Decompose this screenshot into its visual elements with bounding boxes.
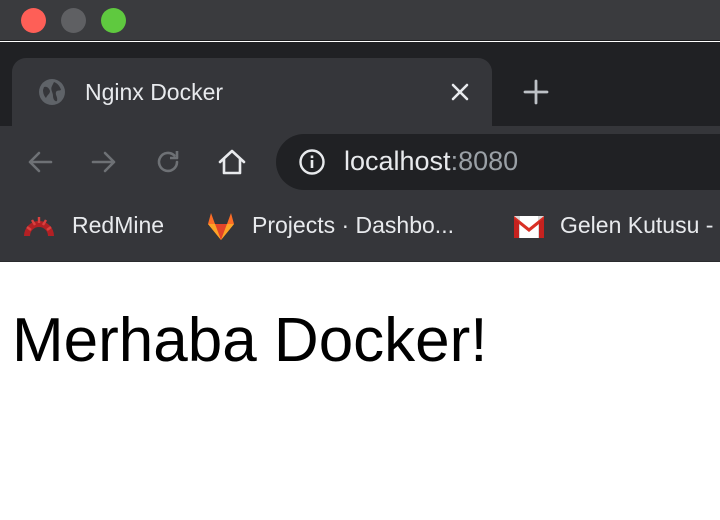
bookmark-label: RedMine [72, 212, 165, 238]
globe-icon [39, 79, 65, 105]
minimize-window-button[interactable] [61, 8, 86, 33]
bookmarks-bar: RedMine Projects · Dashbo... Gelen Kutus… [0, 198, 720, 262]
address-bar[interactable]: localhost:8080 [276, 134, 720, 190]
info-icon[interactable] [298, 148, 326, 176]
arrow-right-icon[interactable] [88, 146, 120, 178]
tab-strip: Nginx Docker [0, 42, 720, 126]
page-content: Merhaba Docker! [0, 263, 720, 520]
home-icon[interactable] [216, 146, 248, 178]
browser-toolbar: localhost:8080 [0, 126, 720, 198]
close-icon[interactable] [446, 78, 474, 106]
page-heading: Merhaba Docker! [12, 306, 488, 375]
window-titlebar [0, 0, 720, 41]
redmine-icon [24, 217, 54, 236]
reload-icon[interactable] [152, 146, 184, 178]
bookmark-label: Gelen Kutusu - [560, 212, 714, 238]
close-window-button[interactable] [21, 8, 46, 33]
zoom-window-button[interactable] [101, 8, 126, 33]
url-port: :8080 [450, 146, 519, 176]
gmail-icon [514, 216, 544, 238]
arrow-left-icon[interactable] [24, 146, 56, 178]
bookmark-label: Projects · Dashbo... [252, 212, 454, 238]
url-host: localhost [344, 146, 451, 176]
plus-icon[interactable] [520, 76, 552, 108]
tab-nginx-docker[interactable]: Nginx Docker [12, 58, 492, 126]
gitlab-icon [208, 213, 234, 240]
tab-title: Nginx Docker [85, 79, 224, 105]
url-text[interactable]: localhost:8080 [344, 146, 518, 177]
